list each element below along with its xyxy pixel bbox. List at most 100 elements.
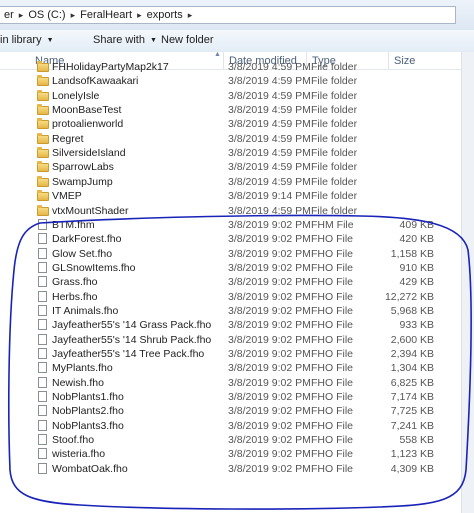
file-type: File folder [311,161,358,174]
share-with-button[interactable]: Share with ▼ [93,34,157,46]
file-row[interactable]: Stoof.fho 3/8/2019 9:02 PM FHO File 558 KB [0,433,474,447]
file-row[interactable]: NobPlants1.fho 3/8/2019 9:02 PM FHO File 7,… [0,390,474,404]
file-row[interactable]: GLSnowItems.fho 3/8/2019 9:02 PM FHO File 9… [0,261,474,275]
file-type: FHO File [311,247,353,260]
file-row[interactable]: Grass.fho 3/8/2019 9:02 PM FHO File 429 KB [0,275,474,289]
file-name: NobPlants3.fho [52,419,124,432]
file-name: Regret [52,132,84,145]
chevron-right-icon[interactable]: ▸ [137,10,142,21]
folder-icon [37,89,49,101]
file-icon [38,247,47,259]
breadcrumb-item[interactable]: exports [147,9,183,21]
file-name: Jayfeather55's '14 Grass Pack.fho [52,319,212,332]
vertical-scrollbar[interactable] [461,52,474,513]
chevron-right-icon[interactable]: ▸ [19,10,24,21]
file-type: File folder [311,104,358,117]
file-name: SilversideIsland [52,147,126,160]
file-row[interactable]: Glow Set.fho 3/8/2019 9:02 PM FHO File 1,15… [0,247,474,261]
file-type: File folder [311,147,358,160]
folder-row[interactable]: vtxMountShader 3/8/2019 4:59 PM File folde… [0,204,474,218]
file-size: 2,600 KB [390,333,434,346]
breadcrumb-item[interactable]: er [4,9,14,21]
folder-row[interactable]: SwampJump 3/8/2019 4:59 PM File folder [0,175,474,189]
file-icon [38,462,47,474]
file-row[interactable]: Jayfeather55's '14 Tree Pack.fho 3/8/2019… [0,347,474,361]
chevron-right-icon[interactable]: ▸ [71,10,76,21]
file-row[interactable]: Newish.fho 3/8/2019 9:02 PM FHO File 6,825 … [0,376,474,390]
file-size: 6,825 KB [390,376,434,389]
date-modified: 3/8/2019 9:02 PM [228,290,311,303]
file-name: Newish.fho [52,376,104,389]
file-name: SwampJump [52,175,113,188]
date-modified: 3/8/2019 9:02 PM [228,218,311,231]
file-row[interactable]: NobPlants3.fho 3/8/2019 9:02 PM FHO File 7,… [0,419,474,433]
breadcrumb[interactable]: er ▸ OS (C:) ▸ FeralHeart ▸ exports ▸ [0,6,456,24]
chevron-right-icon[interactable]: ▸ [188,10,193,21]
file-icon [38,376,47,388]
file-type: FHO File [311,391,353,404]
file-row[interactable]: Jayfeather55's '14 Grass Pack.fho 3/8/201… [0,318,474,332]
file-row[interactable]: wisteria.fho 3/8/2019 9:02 PM FHO File 1,12… [0,447,474,461]
folder-icon [37,104,49,116]
folder-row[interactable]: protoalienworld 3/8/2019 4:59 PM File fold… [0,117,474,131]
date-modified: 3/8/2019 9:02 PM [228,233,311,246]
new-folder-button[interactable]: New folder [161,34,214,46]
file-name: VMEP [52,190,82,203]
breadcrumb-item[interactable]: OS (C:) [28,9,65,21]
file-icon [38,333,47,345]
file-row[interactable]: NobPlants2.fho 3/8/2019 9:02 PM FHO File 7,… [0,404,474,418]
file-size: 558 KB [399,434,434,447]
date-modified: 3/8/2019 4:59 PM [228,161,311,174]
date-modified: 3/8/2019 4:59 PM [228,118,311,131]
file-name: BTM.fhm [52,218,95,231]
file-type: FHO File [311,261,353,274]
file-type: FHM File [311,218,354,231]
file-name: NobPlants2.fho [52,405,124,418]
file-name: NobPlants1.fho [52,391,124,404]
file-name: SparrowLabs [52,161,114,174]
file-type: File folder [311,89,358,102]
file-name: LonelyIsle [52,89,100,102]
folder-icon [37,147,49,159]
file-row[interactable]: DarkForest.fho 3/8/2019 9:02 PM FHO File 42… [0,232,474,246]
file-name: wisteria.fho [52,448,106,461]
file-icon [38,290,47,302]
command-bar: in library ▼ Share with ▼ New folder [0,30,474,53]
sort-up-icon: ▲ [214,51,221,58]
file-type: FHO File [311,448,353,461]
date-modified: 3/8/2019 9:02 PM [228,391,311,404]
date-modified: 3/8/2019 9:14 PM [228,190,311,203]
folder-row[interactable]: LonelyIsle 3/8/2019 4:59 PM File folder [0,89,474,103]
breadcrumb-item[interactable]: FeralHeart [80,9,132,21]
folder-row[interactable]: LandsofKawaakari 3/8/2019 4:59 PM File fol… [0,74,474,88]
file-row[interactable]: IT Animals.fho 3/8/2019 9:02 PM FHO File 5,… [0,304,474,318]
folder-row[interactable]: VMEP 3/8/2019 9:14 PM File folder [0,189,474,203]
file-name: Stoof.fho [52,434,95,447]
folder-row[interactable]: MoonBaseTest 3/8/2019 4:59 PM File folder [0,103,474,117]
folder-icon [37,190,49,202]
folder-row[interactable]: SilversideIsland 3/8/2019 4:59 PM File fol… [0,146,474,160]
file-type: File folder [311,132,358,145]
file-type: FHO File [311,434,353,447]
folder-icon [37,175,49,187]
folder-icon [37,61,49,72]
file-icon [38,218,47,230]
folder-row[interactable]: FHHolidayPartyMap2k17 3/8/2019 4:59 PM Fil… [0,60,474,74]
date-modified: 3/8/2019 9:02 PM [228,261,311,274]
file-row[interactable]: Herbs.fho 3/8/2019 9:02 PM FHO File 12,272 … [0,290,474,304]
file-size: 7,241 KB [390,419,434,432]
file-size: 7,174 KB [390,391,434,404]
file-row[interactable]: BTM.fhm 3/8/2019 9:02 PM FHM File 409 KB [0,218,474,232]
file-row[interactable]: MyPlants.fho 3/8/2019 9:02 PM FHO File 1,30… [0,361,474,375]
file-row[interactable]: WombatOak.fho 3/8/2019 9:02 PM FHO File 4,3… [0,462,474,476]
file-size: 429 KB [399,276,434,289]
folder-row[interactable]: SparrowLabs 3/8/2019 4:59 PM File folder [0,160,474,174]
file-name: LandsofKawaakari [52,75,139,88]
file-row[interactable]: Jayfeather55's '14 Shrub Pack.fho 3/8/201… [0,333,474,347]
include-in-library-button[interactable]: in library ▼ [0,34,54,46]
date-modified: 3/8/2019 9:02 PM [228,448,311,461]
file-type: FHO File [311,233,353,246]
folder-row[interactable]: Regret 3/8/2019 4:59 PM File folder [0,132,474,146]
file-name: Jayfeather55's '14 Shrub Pack.fho [52,333,212,346]
date-modified: 3/8/2019 9:02 PM [228,247,311,260]
